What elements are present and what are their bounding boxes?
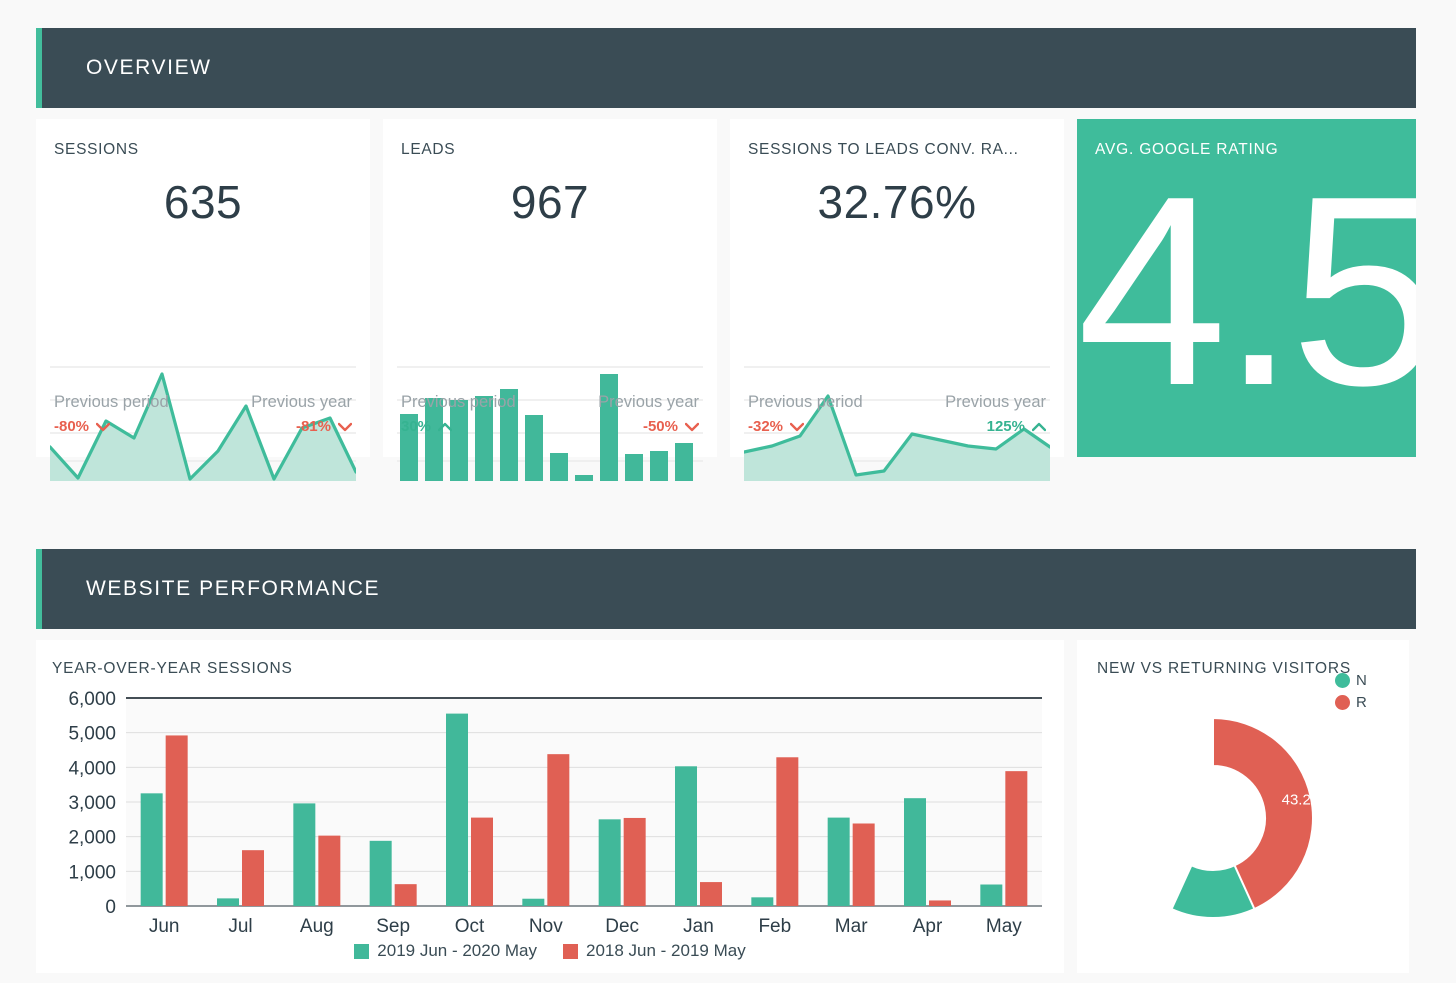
svg-text:Dec: Dec <box>605 916 639 937</box>
kpi-value-conv-rate: 32.76% <box>748 175 1046 229</box>
svg-text:Mar: Mar <box>835 916 868 937</box>
svg-text:4,000: 4,000 <box>68 758 116 779</box>
chevron-up-icon <box>438 422 452 432</box>
svg-text:Jan: Jan <box>683 916 714 937</box>
legend-item[interactable]: 2019 Jun - 2020 May <box>354 941 537 961</box>
section-header-website-performance: WEBSITE PERFORMANCE <box>36 549 1416 629</box>
delta-row-leads: Previous period Previous year 30% -50% <box>401 393 699 435</box>
section-header-overview: OVERVIEW <box>36 28 1416 108</box>
kpi-title-conv-rate: SESSIONS TO LEADS CONV. RA... <box>748 141 1046 159</box>
kpi-card-sessions-to-leads-conv-rate[interactable]: SESSIONS TO LEADS CONV. RA... 32.76% Pre… <box>730 119 1064 457</box>
delta-label-previous-period: Previous period <box>54 393 169 412</box>
donut-data-label: 43.2% <box>1282 791 1325 808</box>
panel-new-vs-returning-visitors[interactable]: NEW VS RETURNING VISITORS N R 56.8%43.2% <box>1077 640 1409 973</box>
kpi-value-leads: 967 <box>401 175 699 229</box>
kpi-title-sessions: SESSIONS <box>54 141 352 159</box>
delta-value-previous-period: -32% <box>748 418 804 435</box>
delta-row-sessions: Previous period Previous year -80% -81% <box>54 393 352 435</box>
svg-text:5,000: 5,000 <box>68 724 116 745</box>
legend-label-new: N <box>1356 672 1367 689</box>
legend-item[interactable]: 2018 Jun - 2019 May <box>563 941 746 961</box>
legend-swatch-2019 <box>354 944 369 959</box>
panel-title-year-over-year-sessions: YEAR-OVER-YEAR SESSIONS <box>52 660 1048 678</box>
legend-year-over-year-sessions: 2019 Jun - 2020 May 2018 Jun - 2019 May <box>36 941 1064 961</box>
delta-value-previous-year: 125% <box>987 418 1046 435</box>
kpi-value-sessions: 635 <box>54 175 352 229</box>
chevron-down-icon <box>338 422 352 432</box>
svg-text:6,000: 6,000 <box>68 690 116 710</box>
kpi-value-avg-google-rating: 4.5 <box>1077 157 1416 427</box>
delta-label-previous-year: Previous year <box>251 393 352 412</box>
delta-text: -81% <box>296 418 331 435</box>
panel-year-over-year-sessions[interactable]: YEAR-OVER-YEAR SESSIONS 0 1,000 2,000 3,000… <box>36 640 1064 973</box>
svg-text:Feb: Feb <box>758 916 791 937</box>
legend-dot-new <box>1335 673 1350 688</box>
delta-label-previous-year: Previous year <box>945 393 1046 412</box>
legend-item[interactable]: N <box>1335 672 1409 689</box>
svg-text:Apr: Apr <box>913 916 943 937</box>
delta-label-previous-year: Previous year <box>598 393 699 412</box>
chevron-down-icon <box>790 422 804 432</box>
chevron-up-icon <box>1032 422 1046 432</box>
delta-text: -50% <box>643 418 678 435</box>
kpi-card-leads[interactable]: LEADS 967 <box>383 119 717 457</box>
svg-text:Jul: Jul <box>228 916 252 937</box>
delta-label-previous-period: Previous period <box>748 393 863 412</box>
chart-year-over-year-sessions: 0 1,000 2,000 3,000 4,000 5,000 6,000 Jun Jul Aug… <box>48 690 1048 940</box>
chevron-down-icon <box>96 422 110 432</box>
delta-text: -80% <box>54 418 89 435</box>
section-accent-stripe <box>36 549 42 629</box>
kpi-title-leads: LEADS <box>401 141 699 159</box>
svg-text:Sep: Sep <box>376 916 410 937</box>
delta-text: 30% <box>401 418 431 435</box>
section-title-overview: OVERVIEW <box>36 56 212 80</box>
kpi-card-avg-google-rating[interactable]: AVG. GOOGLE RATING 4.5 <box>1077 119 1416 457</box>
svg-text:Oct: Oct <box>455 916 485 937</box>
chart-new-vs-returning-visitors: 56.8%43.2% <box>1095 698 1385 943</box>
legend-swatch-2018 <box>563 944 578 959</box>
chevron-down-icon <box>685 422 699 432</box>
svg-text:0: 0 <box>105 897 116 918</box>
svg-text:2,000: 2,000 <box>68 828 116 849</box>
svg-text:3,000: 3,000 <box>68 793 116 814</box>
delta-value-previous-period: 30% <box>401 418 452 435</box>
delta-value-previous-year: -50% <box>643 418 699 435</box>
delta-label-previous-period: Previous period <box>401 393 516 412</box>
svg-text:Nov: Nov <box>529 916 563 937</box>
kpi-card-sessions[interactable]: SESSIONS 635 Previous period Previous ye… <box>36 119 370 457</box>
legend-label-2019: 2019 Jun - 2020 May <box>377 941 537 961</box>
delta-value-previous-period: -80% <box>54 418 110 435</box>
svg-text:May: May <box>986 916 1022 937</box>
svg-text:Aug: Aug <box>300 916 334 937</box>
delta-text: 125% <box>987 418 1025 435</box>
section-accent-stripe <box>36 28 42 108</box>
dashboard-page: OVERVIEW SESSIONS 635 Previous period Pr… <box>0 0 1456 983</box>
delta-row-conv-rate: Previous period Previous year -32% 125% <box>748 393 1046 435</box>
delta-text: -32% <box>748 418 783 435</box>
svg-text:Jun: Jun <box>149 916 180 937</box>
legend-label-2018: 2018 Jun - 2019 May <box>586 941 746 961</box>
section-title-website-performance: WEBSITE PERFORMANCE <box>36 577 380 601</box>
delta-value-previous-year: -81% <box>296 418 352 435</box>
svg-text:1,000: 1,000 <box>68 862 116 883</box>
